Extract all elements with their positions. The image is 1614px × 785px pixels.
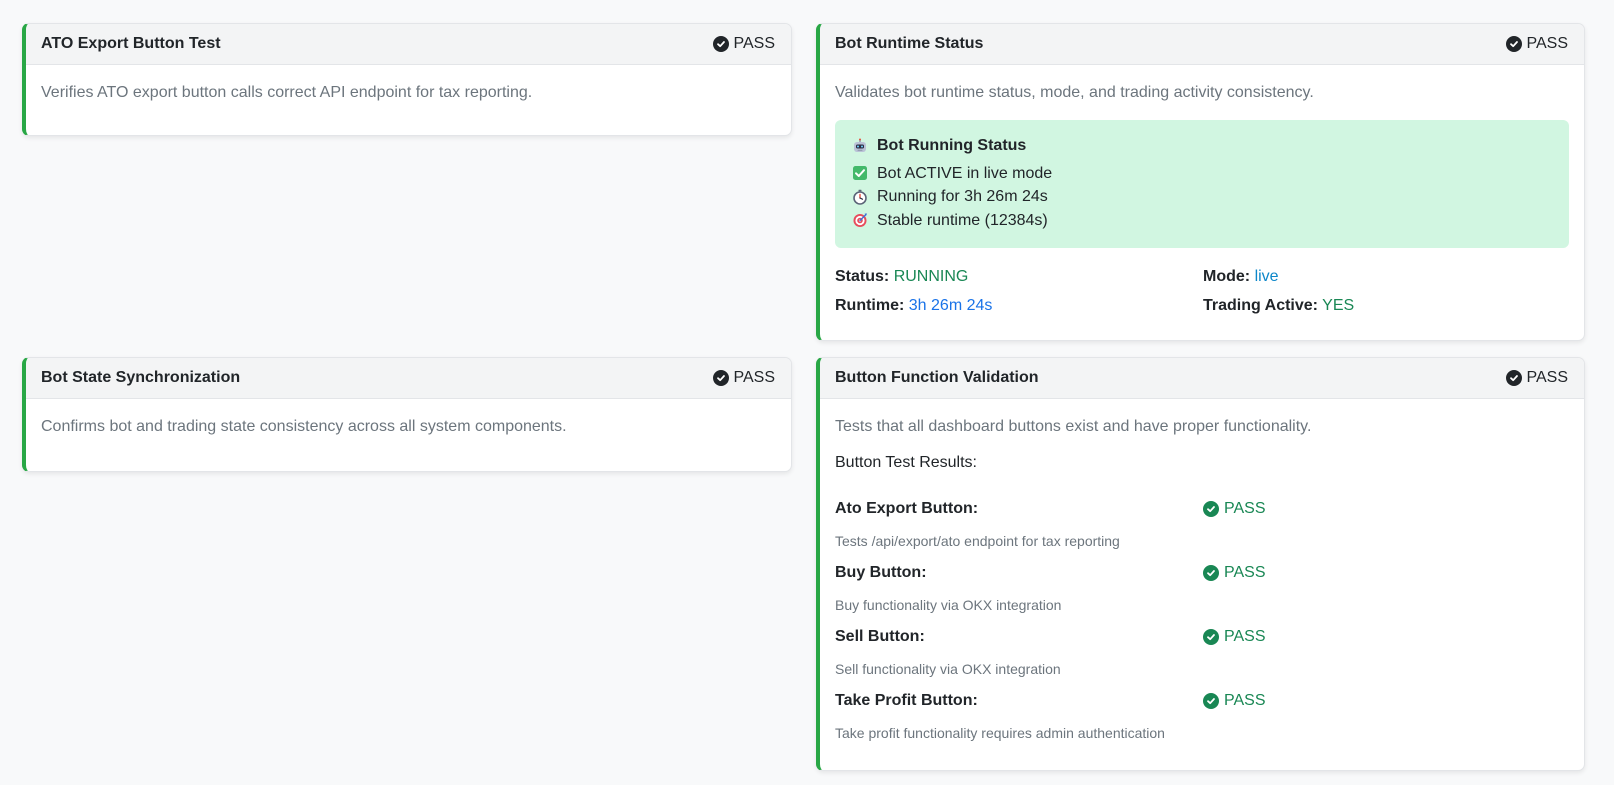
card-title: Button Function Validation [835, 369, 1039, 386]
card-description: Verifies ATO export button calls correct… [41, 84, 533, 101]
ato-export-test-card: ATO Export Button Test PASS Verifies ATO… [22, 23, 792, 136]
card-header: Bot State Synchronization PASS [26, 358, 791, 399]
alert-text: Running for 3h 26m 24s [877, 188, 1048, 205]
card-body: Tests that all dashboard buttons exist a… [820, 399, 1584, 742]
status-text: PASS [733, 35, 776, 52]
robot-icon [852, 138, 868, 154]
status-text: PASS [1526, 35, 1569, 52]
runtime-stats: Status: RUNNING Mode: live Runtime: 3h 2… [835, 268, 1569, 315]
check-circle-icon [1505, 370, 1522, 386]
check-circle-icon [1203, 501, 1219, 517]
bot-state-sync-card: Bot State Synchronization PASS Confirms … [22, 357, 792, 472]
check-circle-icon [1203, 693, 1219, 709]
trading-active-stat: Trading Active: YES [1203, 297, 1569, 315]
status-badge: PASS [1505, 35, 1569, 53]
stat-label: Runtime: [835, 297, 905, 314]
alert-text: Bot ACTIVE in live mode [877, 164, 1053, 182]
stat-label: Status: [835, 268, 890, 285]
alert-line: Bot ACTIVE in live mode [852, 162, 1552, 186]
status-text: PASS [733, 369, 776, 386]
check-circle-icon [712, 36, 729, 52]
card-body: Validates bot runtime status, mode, and … [820, 65, 1584, 315]
stat-value: 3h 26m 24s [908, 297, 993, 314]
stat-value: live [1254, 268, 1279, 285]
button-status-text: PASS [1224, 628, 1266, 645]
button-status-text: PASS [1224, 500, 1266, 517]
button-note: Tests /api/export/ato endpoint for tax r… [835, 533, 1120, 549]
alert-title: Bot Running Status [877, 137, 1027, 154]
check-circle-icon [1505, 36, 1522, 52]
card-description: Validates bot runtime status, mode, and … [835, 84, 1314, 101]
alert-line: Stable runtime (12384s) [852, 209, 1552, 233]
button-name: Buy Button: [835, 564, 927, 581]
button-status: PASS [1203, 692, 1569, 710]
status-badge: PASS [712, 35, 776, 53]
card-description: Tests that all dashboard buttons exist a… [835, 418, 1312, 435]
card-header: Bot Runtime Status PASS [820, 24, 1584, 65]
button-result-row: Take Profit Button: PASS [835, 692, 1569, 710]
button-result-item: Buy Button: PASS Buy functionality via O… [835, 564, 1569, 614]
card-title: Bot Runtime Status [835, 35, 984, 52]
check-circle-icon [712, 370, 729, 386]
status-badge: PASS [1505, 369, 1569, 387]
stopwatch-icon [852, 189, 868, 205]
card-title: Bot State Synchronization [41, 369, 241, 386]
button-name: Ato Export Button: [835, 500, 979, 517]
bot-runtime-status-card: Bot Runtime Status PASS Validates bot ru… [816, 23, 1585, 341]
status-stat: Status: RUNNING [835, 268, 1203, 286]
card-header: Button Function Validation PASS [820, 358, 1584, 399]
button-result-row: Sell Button: PASS [835, 628, 1569, 646]
button-note: Buy functionality via OKX integration [835, 597, 1062, 613]
check-circle-icon [1203, 565, 1219, 581]
stat-label: Mode: [1203, 268, 1251, 285]
card-description: Confirms bot and trading state consisten… [41, 418, 567, 435]
mode-stat: Mode: live [1203, 268, 1569, 286]
check-circle-icon [1203, 629, 1219, 645]
button-result-item: Take Profit Button: PASS Take profit fun… [835, 692, 1569, 742]
button-status: PASS [1203, 564, 1569, 582]
button-status-text: PASS [1224, 564, 1266, 581]
button-note: Take profit functionality requires admin… [835, 725, 1165, 741]
card-body: Confirms bot and trading state consisten… [26, 399, 791, 437]
button-results-list: Ato Export Button: PASS Tests /api/expor… [835, 500, 1569, 742]
button-status-text: PASS [1224, 692, 1266, 709]
button-note: Sell functionality via OKX integration [835, 661, 1061, 677]
button-name: Sell Button: [835, 628, 925, 645]
stat-value: YES [1322, 297, 1355, 314]
button-result-item: Ato Export Button: PASS Tests /api/expor… [835, 500, 1569, 550]
card-title: ATO Export Button Test [41, 35, 221, 52]
button-status: PASS [1203, 500, 1569, 518]
status-badge: PASS [712, 369, 776, 387]
status-text: PASS [1526, 369, 1569, 386]
alert-text: Stable runtime (12384s) [877, 211, 1048, 229]
alert-title-row: Bot Running Status [852, 134, 1552, 158]
target-icon [852, 212, 868, 228]
card-header: ATO Export Button Test PASS [26, 24, 791, 65]
results-heading: Button Test Results: [835, 454, 977, 471]
bot-running-alert: Bot Running Status Bot ACTIVE in live mo… [835, 120, 1569, 248]
button-result-item: Sell Button: PASS Sell functionality via… [835, 628, 1569, 678]
check-box-icon [852, 165, 868, 181]
alert-line: Running for 3h 26m 24s [852, 185, 1552, 209]
button-name: Take Profit Button: [835, 692, 978, 709]
stat-label: Trading Active: [1203, 297, 1318, 314]
button-result-row: Ato Export Button: PASS [835, 500, 1569, 518]
runtime-stat: Runtime: 3h 26m 24s [835, 297, 1203, 315]
card-body: Verifies ATO export button calls correct… [26, 65, 791, 103]
stat-value: RUNNING [893, 268, 969, 285]
button-status: PASS [1203, 628, 1569, 646]
button-validation-card: Button Function Validation PASS Tests th… [816, 357, 1585, 771]
button-result-row: Buy Button: PASS [835, 564, 1569, 582]
